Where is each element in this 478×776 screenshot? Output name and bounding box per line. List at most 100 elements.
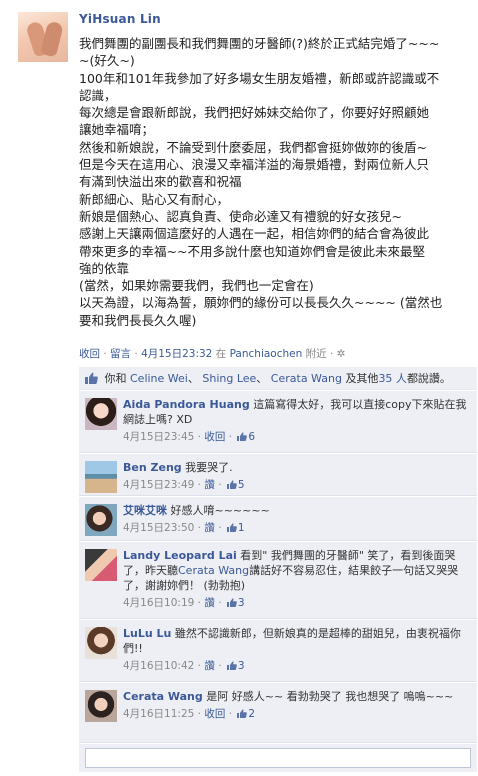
post-line: 100年和101年我參加了好多場女生朋友婚禮，新郎或許認識或不	[79, 70, 440, 86]
commenter-name[interactable]: Ben Zeng	[123, 461, 182, 474]
commenter-name[interactable]: Cerata Wang	[123, 690, 203, 703]
comment-input[interactable]	[85, 748, 471, 768]
comment-body: Cerata Wang 是阿 好感人~~ 看勃勃哭了 我也想哭了 嗚嗚~~~ 4…	[123, 689, 469, 722]
liker-name[interactable]: Shing Lee	[202, 372, 256, 385]
comment-timestamp[interactable]: 4月15日23:45	[123, 431, 194, 443]
commenter-avatar[interactable]	[85, 504, 117, 536]
avatar-foot-right	[40, 20, 64, 58]
commenter-avatar[interactable]	[85, 549, 117, 581]
comment-like-count[interactable]: 2	[248, 708, 255, 720]
thumbs-up-icon	[85, 372, 98, 384]
post-line: 讓她幸福唷；	[79, 122, 155, 138]
comment: LuLu Lu 雖然不認識新郎，但新娘真的是超棒的甜姐兒，由衷祝福你們!! 4月…	[79, 620, 477, 682]
likes-others-link[interactable]: 35 人	[378, 372, 407, 385]
commenter-name[interactable]: 艾咪艾咪	[123, 504, 167, 517]
commenter-name[interactable]: Aida Pandora Huang	[123, 398, 250, 411]
comment-timestamp[interactable]: 4月15日23:49	[123, 479, 194, 491]
likes-comma: 、	[187, 372, 199, 385]
comment-body: Aida Pandora Huang 這篇寫得太好，我可以直接copy下來貼在我…	[123, 397, 469, 445]
comment-link[interactable]: 留言	[110, 348, 131, 360]
post-message: 我們舞團的副團長和我們舞團的牙醫師(?)終於正式結完婚了~~~ ~(好久~) 1…	[79, 35, 469, 329]
separator: ·	[103, 348, 107, 360]
separator: ·	[218, 597, 222, 609]
comment-like-action[interactable]: 讚	[204, 479, 215, 491]
thumbs-up-icon	[226, 661, 237, 670]
mentioned-user-link[interactable]: Cerata Wang	[178, 564, 249, 577]
comment-like-action[interactable]: 讚	[204, 660, 215, 672]
comment-timestamp[interactable]: 4月16日10:19	[123, 597, 194, 609]
commenter-avatar[interactable]	[85, 627, 117, 659]
separator: ·	[197, 597, 201, 609]
commenter-avatar[interactable]	[85, 461, 117, 493]
comment-like-count[interactable]: 5	[238, 479, 245, 491]
comment-meta: 4月16日10:19 · 讚 · 3	[123, 596, 469, 611]
comment-meta: 4月15日23:49 · 讚 · 5	[123, 478, 469, 493]
comment-like-action[interactable]: 讚	[204, 522, 215, 534]
separator: ·	[218, 479, 222, 491]
comment-like-action[interactable]: 讚	[204, 597, 215, 609]
comment-text: 雖然不認識新郎，但新娘真的是超棒的甜姐兒，由衷祝福你們!!	[123, 627, 461, 655]
post-timestamp[interactable]: 4月15日23:32	[141, 348, 212, 360]
post-meta: 收回 · 留言 · 4月15日23:32 在 Panchiaochen 附近 ·…	[79, 346, 345, 361]
liker-name[interactable]: Celine Wei	[130, 372, 188, 385]
author-avatar[interactable]	[18, 12, 68, 62]
commenter-name[interactable]: LuLu Lu	[123, 627, 171, 640]
separator: ·	[134, 348, 138, 360]
post-line: 認識，	[79, 87, 117, 103]
commenter-avatar[interactable]	[85, 398, 117, 430]
likes-and: 及其他	[345, 372, 379, 385]
comment-timestamp[interactable]: 4月16日10:42	[123, 660, 194, 672]
location-link[interactable]: Panchiaochen	[230, 348, 303, 360]
likes-comma: 、	[256, 372, 268, 385]
post-line: 強的依靠	[79, 260, 130, 276]
separator: ·	[218, 660, 222, 672]
comment-like-count[interactable]: 3	[238, 660, 245, 672]
separator: ·	[197, 522, 201, 534]
unlike-link[interactable]: 收回	[79, 348, 100, 360]
comment-body: Landy Leopard Lai 看到" 我們舞團的牙醫師" 笑了，看到後面哭…	[123, 548, 469, 611]
comment: Aida Pandora Huang 這篇寫得太好，我可以直接copy下來貼在我…	[79, 391, 477, 453]
comment-like-count[interactable]: 1	[238, 522, 245, 534]
comment-meta: 4月16日10:42 · 讚 · 3	[123, 659, 469, 674]
privacy-icon[interactable]: ✲	[337, 348, 346, 360]
comment-like-count[interactable]: 3	[238, 597, 245, 609]
likes-suffix: 都說讚。	[406, 372, 451, 385]
post-line: ~(好久~)	[79, 53, 135, 69]
comment-body: 艾咪艾咪 好感人唷~~~~~~ 4月15日23:50 · 讚 · 1	[123, 503, 469, 536]
post-line: 感謝上天讓兩個這麼好的人遇在一起，相信妳們的結合會為彼此	[79, 226, 430, 242]
comment-meta: 4月15日23:50 · 讚 · 1	[123, 521, 469, 536]
thumbs-up-icon	[226, 598, 237, 607]
comment: Cerata Wang 是阿 好感人~~ 看勃勃哭了 我也想哭了 嗚嗚~~~ 4…	[79, 683, 477, 743]
post-line: (當然，如果妳需要我們，我們也一定會在)	[79, 278, 314, 294]
comment-like-action[interactable]: 收回	[204, 431, 225, 443]
separator: ·	[197, 708, 201, 720]
comment-text: 是阿 好感人~~ 看勃勃哭了 我也想哭了 嗚嗚~~~	[206, 690, 454, 703]
post-line: 新娘是個熱心、認真負責、使命必達又有禮貌的好女孩兒~	[79, 208, 402, 224]
comment: 艾咪艾咪 好感人唷~~~~~~ 4月15日23:50 · 讚 · 1	[79, 497, 477, 541]
post-line: 然後和新娘說，不論受到什麼委屈，我們都會挺妳做妳的後盾~	[79, 139, 427, 155]
separator: ·	[197, 660, 201, 672]
comment-like-count[interactable]: 6	[248, 431, 255, 443]
comment-like-action[interactable]: 收回	[204, 708, 225, 720]
comment: Landy Leopard Lai 看到" 我們舞團的牙醫師" 笑了，看到後面哭…	[79, 542, 477, 619]
commenter-name[interactable]: Landy Leopard Lai	[123, 549, 237, 562]
thumbs-up-icon	[237, 432, 248, 441]
thumbs-up-icon	[226, 523, 237, 532]
post-line: 新郎細心、貼心又有耐心，	[79, 191, 230, 207]
comment-body: LuLu Lu 雖然不認識新郎，但新娘真的是超棒的甜姐兒，由衷祝福你們!! 4月…	[123, 626, 469, 674]
commenter-avatar[interactable]	[85, 690, 117, 722]
comment-text: 好感人唷~~~~~~	[170, 504, 270, 517]
post-author[interactable]: YiHsuan Lin	[79, 12, 161, 26]
at-label: 在	[215, 348, 227, 360]
comment-timestamp[interactable]: 4月16日11:25	[123, 708, 194, 720]
separator: ·	[197, 431, 201, 443]
liker-name[interactable]: Cerata Wang	[271, 372, 342, 385]
comment-timestamp[interactable]: 4月15日23:50	[123, 522, 194, 534]
likes-bar: 你和 Celine Wei、 Shing Lee、 Cerata Wang 及其…	[79, 367, 477, 390]
write-comment-area	[79, 744, 477, 772]
thumbs-up-icon	[237, 709, 248, 718]
comment-meta: 4月15日23:45 · 收回 · 6	[123, 430, 469, 445]
post-line: 每次總是會跟新郎說，我們把好姊妹交給你了，你要好好照顧她	[79, 105, 430, 121]
near-label: 附近	[305, 348, 327, 360]
comment-text: 我要哭了.	[185, 461, 233, 474]
